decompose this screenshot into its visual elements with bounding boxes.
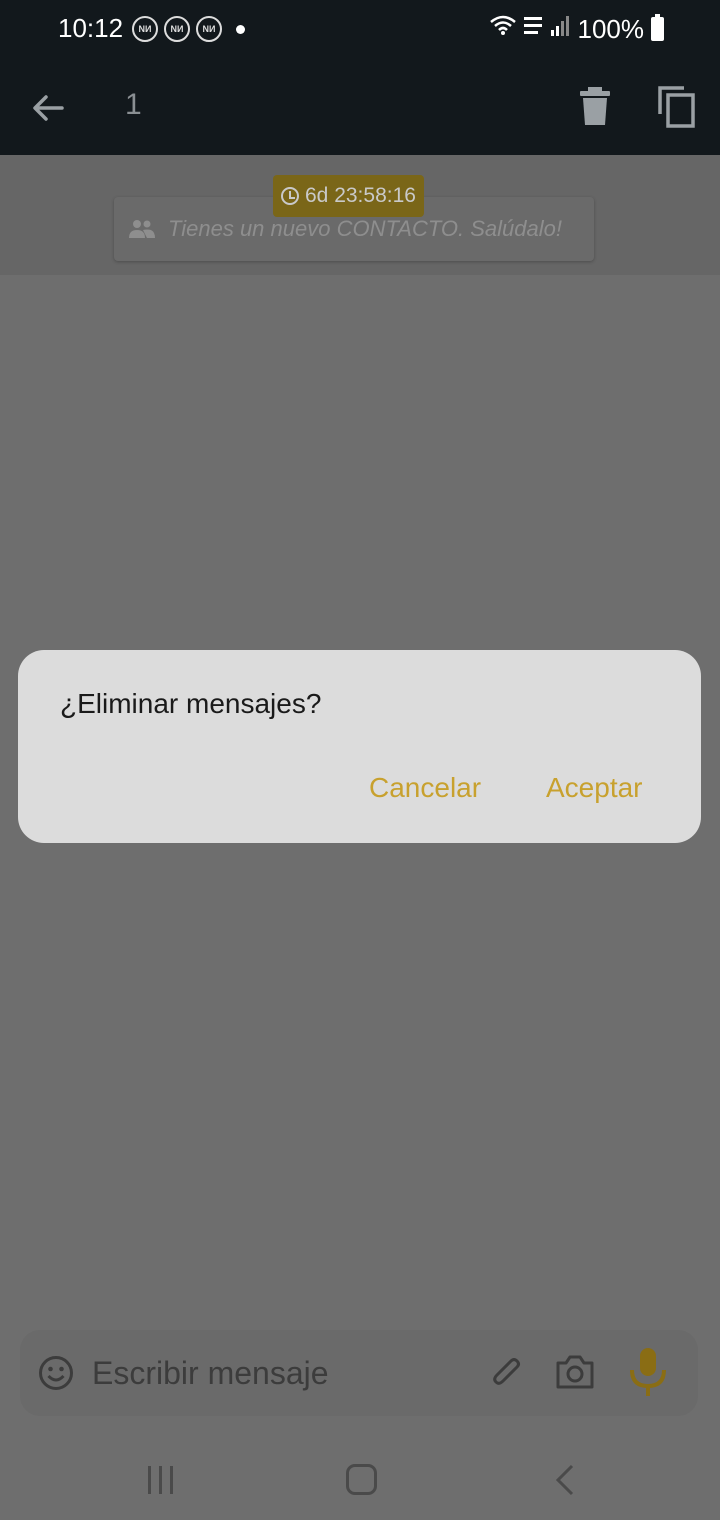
- nav-back-icon[interactable]: [552, 1464, 576, 1496]
- message-input[interactable]: [92, 1350, 472, 1396]
- selected-count: 1: [125, 88, 142, 121]
- status-bar: 10:12 NИ NИ NИ 100%: [0, 0, 720, 60]
- battery-percentage: 100%: [577, 14, 645, 44]
- timer-text: 6d 23:58:16: [305, 184, 416, 207]
- status-time: 10:12: [58, 13, 124, 43]
- home-icon[interactable]: [346, 1464, 377, 1495]
- signal-icon: [551, 16, 569, 36]
- navigation-bar: [0, 1440, 720, 1520]
- system-icons: [490, 14, 570, 36]
- emoji-icon[interactable]: [38, 1355, 74, 1391]
- accept-button[interactable]: Aceptar: [546, 772, 643, 804]
- chat-area: Tienes un nuevo CONTACTO. Salúdalo! 6d 2…: [0, 155, 720, 275]
- mic-icon[interactable]: [628, 1346, 668, 1398]
- delete-dialog: ¿Eliminar mensajes? Cancelar Aceptar: [18, 650, 701, 843]
- notification-icon: NИ: [132, 16, 158, 42]
- wifi-icon: [490, 15, 516, 35]
- battery-icon: [651, 14, 664, 41]
- clock-icon: [281, 187, 299, 205]
- trash-icon[interactable]: [578, 86, 612, 126]
- attach-icon[interactable]: [488, 1354, 526, 1392]
- recent-apps-icon[interactable]: [146, 1466, 176, 1494]
- notification-icon: NИ: [196, 16, 222, 42]
- dialog-title: ¿Eliminar mensajes?: [60, 688, 322, 719]
- back-arrow-icon[interactable]: [28, 88, 68, 128]
- volte-icon: [524, 17, 542, 34]
- more-notifications-dot: [236, 25, 245, 34]
- cancel-button[interactable]: Cancelar: [369, 772, 481, 804]
- message-composer: [20, 1330, 698, 1416]
- contact-notice-text: Tienes un nuevo CONTACTO. Salúdalo!: [168, 216, 562, 241]
- selection-toolbar: 1: [0, 60, 720, 155]
- people-icon: [129, 220, 155, 238]
- camera-icon[interactable]: [555, 1354, 595, 1390]
- notification-icon: NИ: [164, 16, 190, 42]
- expiry-timer: 6d 23:58:16: [273, 175, 424, 217]
- copy-icon[interactable]: [656, 84, 696, 128]
